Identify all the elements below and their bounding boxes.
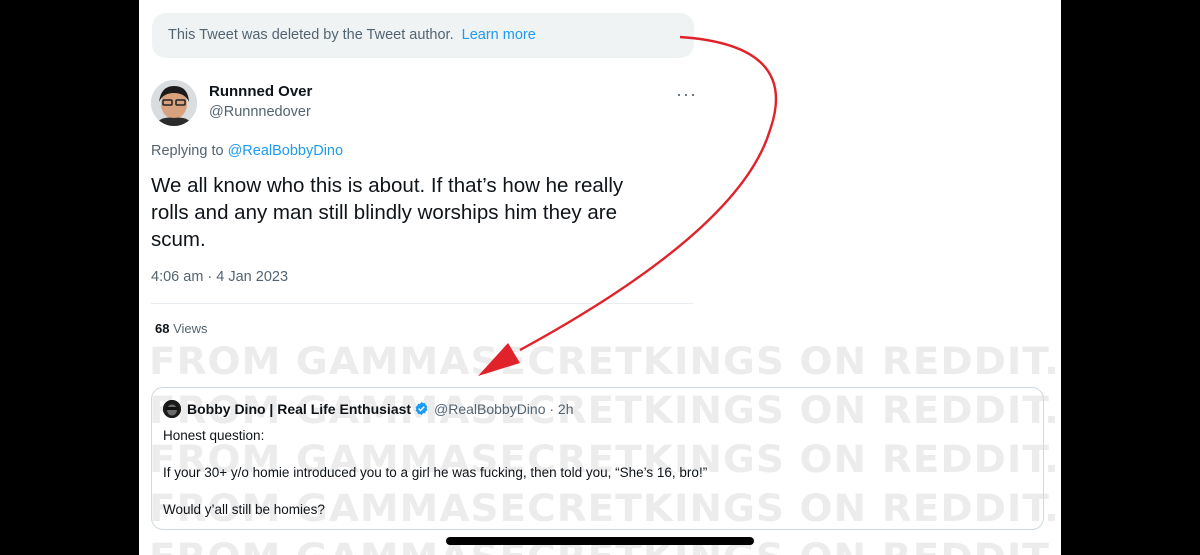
red-annotation-arrow [478, 35, 778, 376]
home-indicator-bar [446, 537, 754, 545]
